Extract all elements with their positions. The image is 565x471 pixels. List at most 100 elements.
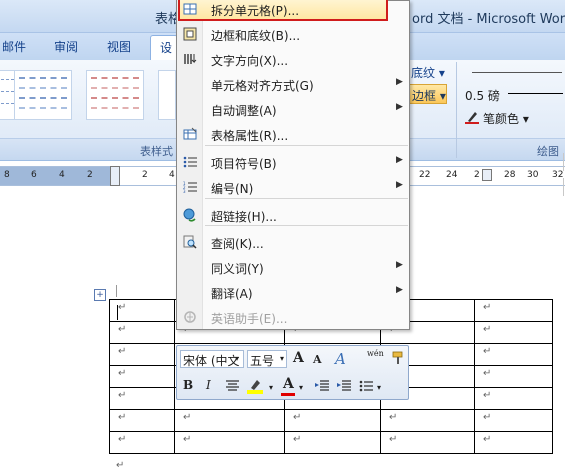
table-cell[interactable]: ↵ [284,431,381,454]
font-color-swatch [281,393,295,396]
menu-item[interactable]: 边框和底纹(B)... [177,22,409,47]
menu-item-label: 拆分单元格(P)... [211,4,300,18]
group-label-table-styles: 表样式 [140,145,173,158]
menu-item[interactable]: 1 2 3 编号(N) ▶ [177,175,564,200]
menu-item[interactable]: 项目符号(B) ▶ [177,150,564,175]
menu-item[interactable]: 同义词(Y) ▶ [177,255,409,280]
phonetic-guide-button[interactable]: wén [367,349,384,358]
submenu-arrow-icon: ▶ [396,285,403,295]
table-cell[interactable]: ↵ [109,299,175,322]
menu-item-label: 文字方向(X)... [211,54,289,68]
table-cell[interactable]: ↵ [174,409,285,432]
borders-button[interactable]: 边框 ▾ [409,84,447,104]
table-cell[interactable]: ↵ [109,431,175,454]
table-style-swatch[interactable] [86,70,144,120]
format-painter-icon[interactable] [391,351,405,365]
ruler-number: 22 [419,170,431,180]
table-cell[interactable]: ↵ [474,321,553,344]
pen-color-button[interactable]: 笔颜色 ▾ [483,110,529,127]
table-row: ↵↵↵↵↵ [109,409,553,432]
center-align-icon[interactable] [226,380,239,392]
table-cell[interactable]: ↵ [109,343,175,366]
table-row: ↵↵↵↵↵ [109,431,553,454]
menu-separator [205,225,408,226]
table-cell[interactable]: ↵ [474,299,553,322]
ruler-number: 2 [87,170,93,180]
table-style-swatch[interactable] [158,70,176,120]
table-cell[interactable]: ↵ [474,365,553,388]
menu-item[interactable]: 自动调整(A) ▶ [177,97,409,122]
ruler-number: 32 [552,170,564,180]
submenu-arrow-icon: ▶ [396,77,403,87]
ruler-number: 28 [504,170,516,180]
table-cell[interactable]: ↵ [109,321,175,344]
pen-style-line[interactable] [472,72,562,73]
menu-item[interactable]: 翻译(A) ▶ [177,280,409,305]
italic-button[interactable]: I [206,378,211,392]
table-cell[interactable]: ↵ [380,431,475,454]
submenu-separator [563,153,564,171]
ruler-indent-marker[interactable] [110,166,120,186]
pen-weight-line [508,93,563,94]
tab-mailings[interactable]: 邮件 [2,38,26,55]
shading-button[interactable]: 底纹 ▾ [411,64,445,81]
mini-toolbar: 宋体 (中文 ▾ 五号 ▾ A A A wén B I ▾ A ▾ ▾ [176,345,409,400]
menu-item-label: 自动调整(A) [211,104,277,118]
menu-separator [205,198,408,199]
chevron-down-icon[interactable]: ▾ [235,354,239,363]
table-cell[interactable]: ↵ [474,343,553,366]
split-cells-icon [183,3,197,15]
ruler-number: 2 [474,170,480,180]
english-assistant-icon [184,311,196,323]
pen-color-icon[interactable] [465,110,479,124]
highlight-color-icon[interactable] [247,378,267,394]
menu-item-label: 表格属性(R)... [211,129,289,143]
ruler-number: 4 [169,170,175,180]
submenu-separator [563,178,564,196]
table-cell[interactable]: ↵ [284,409,381,432]
font-color-button[interactable]: A [283,376,294,392]
menu-item-label: 边框和底纹(B)... [211,29,301,43]
chevron-down-icon[interactable]: ▾ [299,383,303,392]
table-cell[interactable]: ↵ [474,431,553,454]
svg-text:3: 3 [183,189,186,194]
menu-item[interactable]: 表格属性(R)... [177,122,409,147]
table-style-swatch[interactable] [14,70,72,120]
menu-item-label: 翻译(A) [211,287,253,301]
text-direction-icon [184,54,197,64]
table-cell[interactable]: ↵ [109,365,175,388]
bold-button[interactable]: B [183,378,193,392]
menu-item[interactable]: 单元格对齐方式(G) ▶ [177,72,409,97]
pen-weight-select[interactable]: 0.5 磅 [465,87,500,104]
table-cell[interactable]: ↵ [174,431,285,454]
table-move-handle[interactable]: + [94,289,106,301]
tab-view[interactable]: 视图 [107,38,131,55]
table-cell[interactable]: ↵ [380,409,475,432]
chevron-down-icon[interactable]: ▾ [280,354,284,363]
table-cell[interactable]: ↵ [474,409,553,432]
styles-button[interactable]: A [335,350,346,368]
ruler-column-marker[interactable] [482,169,492,181]
grow-font-button[interactable]: A [293,350,304,366]
borders-shading-icon [183,27,197,41]
table-cell[interactable]: ↵ [474,387,553,410]
menu-item[interactable]: 查阅(K)... [177,230,409,255]
table-cell[interactable]: ↵ [109,387,175,410]
increase-indent-icon[interactable] [337,379,351,393]
ruler-number: 6 [31,170,37,180]
tab-review[interactable]: 审阅 [54,38,78,55]
menu-item[interactable]: 文字方向(X)... [177,47,409,72]
menu-item-label: 项目符号(B) [211,157,277,171]
decrease-indent-icon[interactable] [315,379,329,393]
ribbon-separator [456,62,457,158]
tab-design[interactable]: 设 [160,39,172,56]
chevron-down-icon[interactable]: ▾ [377,383,381,392]
shrink-font-button[interactable]: A [313,353,322,366]
chevron-down-icon[interactable]: ▾ [269,383,273,392]
submenu-arrow-icon: ▶ [396,180,403,190]
table-cell[interactable]: ↵ [109,409,175,432]
bullets-icon[interactable] [359,379,373,393]
submenu-arrow-icon: ▶ [396,102,403,112]
menu-item[interactable]: 拆分单元格(P)... [177,0,409,22]
group-label-draw-borders: 绘图 [537,145,559,158]
